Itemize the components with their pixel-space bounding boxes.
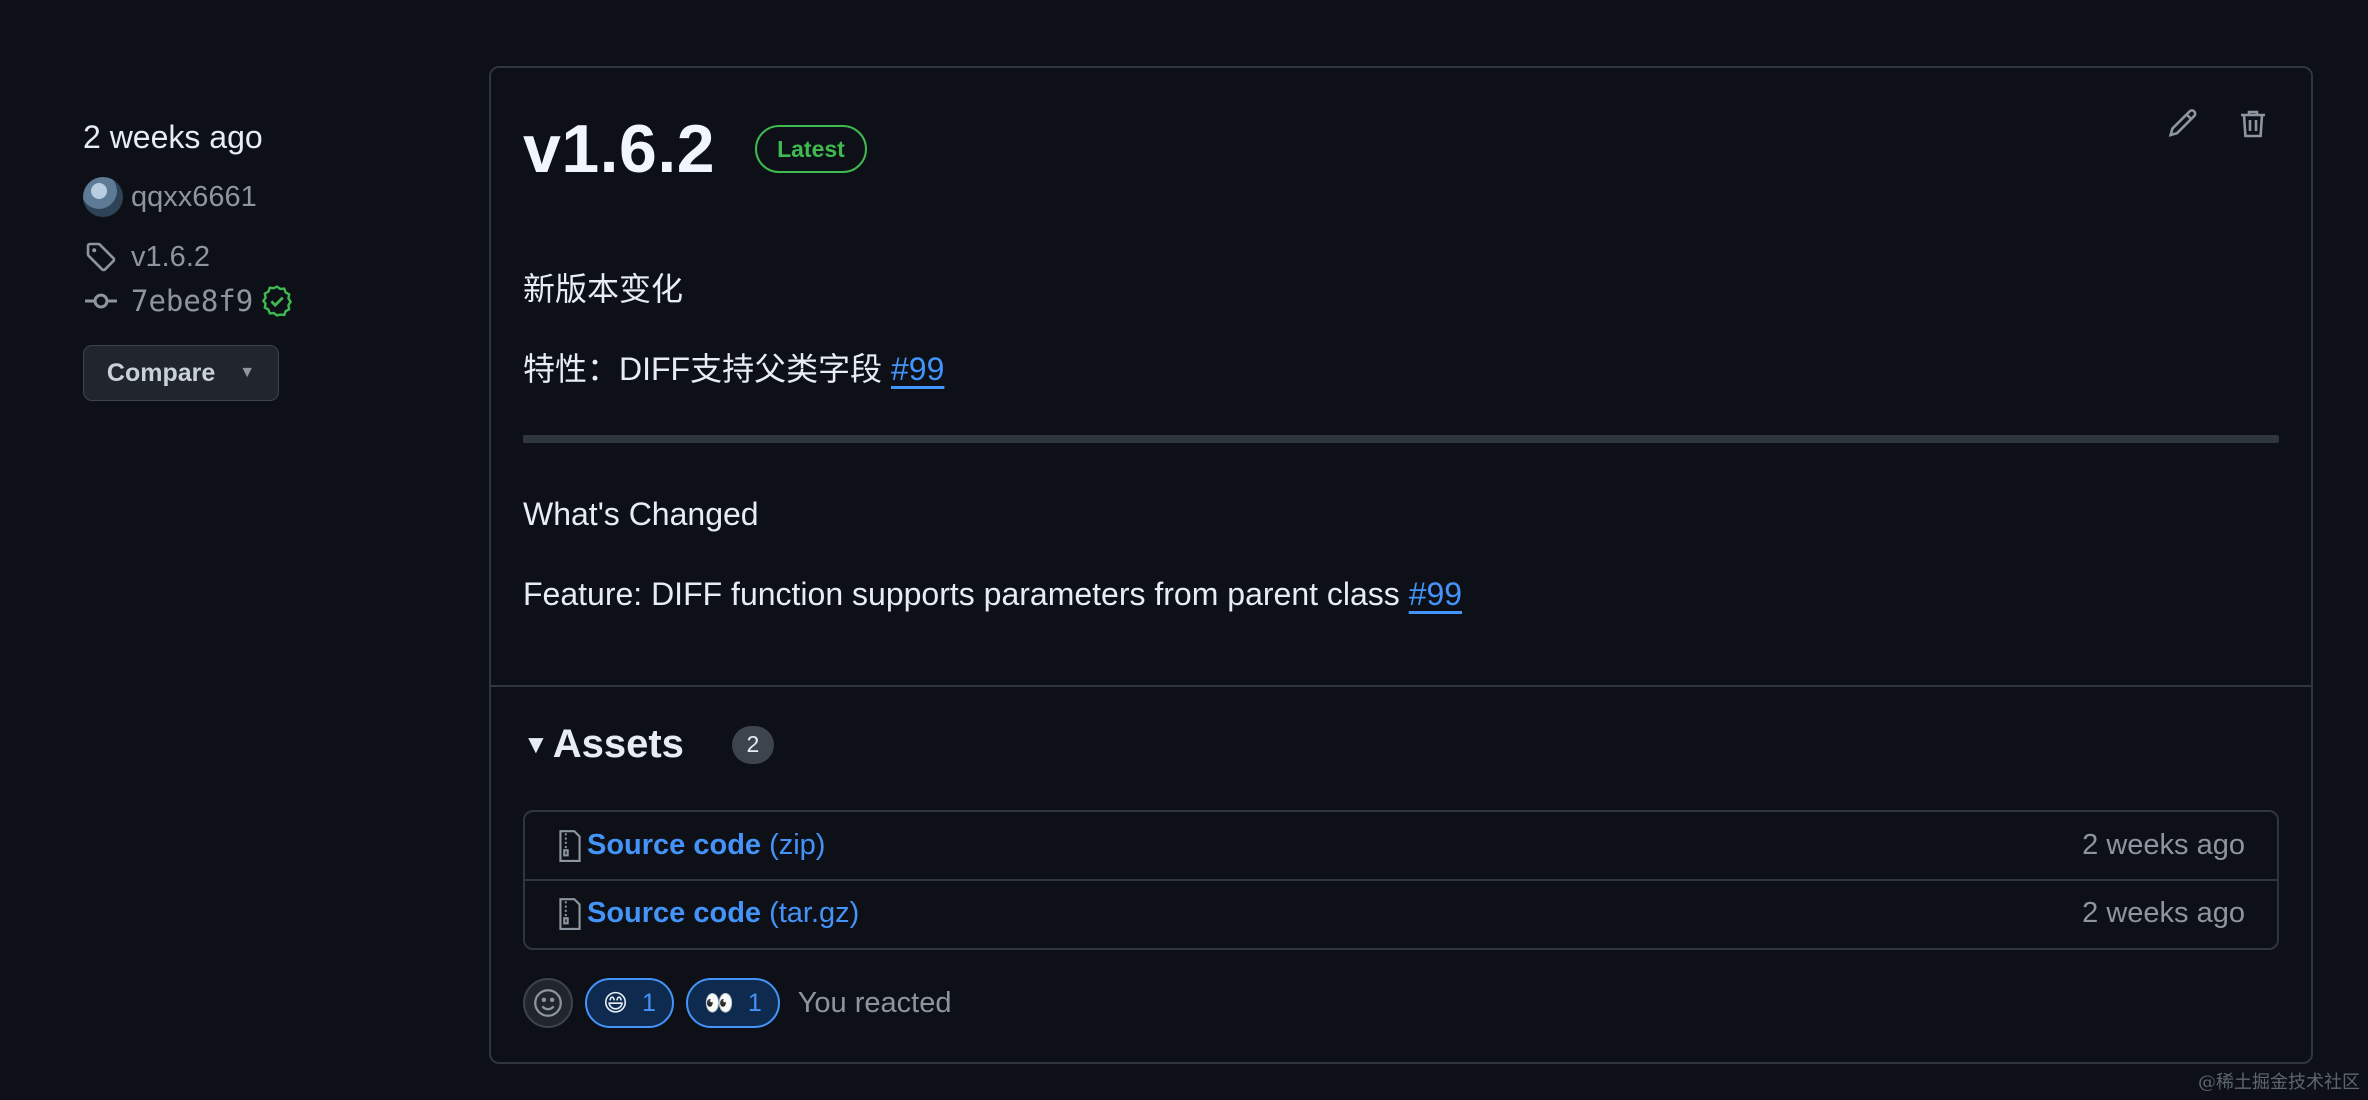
- reaction-count: 1: [747, 988, 762, 1017]
- asset-time: 2 weeks ago: [2082, 829, 2245, 861]
- reacted-status: You reacted: [797, 986, 952, 1019]
- assets-title[interactable]: Assets: [553, 722, 684, 767]
- release-header: v1.6.2 Latest: [523, 110, 867, 188]
- asset-time: 2 weeks ago: [2082, 897, 2245, 929]
- eyes-emoji-icon: 👀: [703, 989, 734, 1017]
- reactions-bar: 😄 1 👀 1 You reacted: [523, 978, 951, 1028]
- assets-toggle[interactable]: ▼ Assets 2: [523, 722, 774, 767]
- triangle-down-icon: ▼: [523, 729, 549, 759]
- chevron-down-icon: ▼: [239, 364, 256, 381]
- reaction-count: 1: [642, 988, 656, 1017]
- smiley-icon: [534, 989, 562, 1017]
- release-page: 2 weeks ago qqxx6661 v1.6.2 7ebe8f9 Comp…: [0, 0, 2368, 1100]
- tag-name[interactable]: v1.6.2: [131, 241, 210, 274]
- divider: [523, 435, 2279, 443]
- latest-badge: Latest: [755, 125, 867, 173]
- release-actions: [2165, 106, 2271, 142]
- asset-list: Source code (zip) 2 weeks ago Source cod…: [523, 810, 2279, 950]
- verified-icon[interactable]: [261, 284, 295, 318]
- release-time: 2 weeks ago: [83, 119, 263, 155]
- asset-ext[interactable]: (zip): [769, 829, 825, 862]
- asset-name[interactable]: Source code: [587, 829, 761, 862]
- compare-button[interactable]: Compare ▼: [83, 345, 279, 401]
- feature-en-text: Feature: DIFF function supports paramete…: [523, 576, 1409, 612]
- release-card: v1.6.2 Latest 新版本变化 特性：DIFF支持父类字段 #99 Wh…: [489, 66, 2313, 1064]
- notes-feature-cn: 特性：DIFF支持父类字段 #99: [523, 344, 944, 390]
- tag-icon: [83, 239, 119, 275]
- laugh-emoji-icon: 😄: [603, 989, 629, 1017]
- commit-icon: [83, 283, 119, 319]
- watermark: @稀土掘金技术社区: [2198, 1072, 2360, 1093]
- whats-changed-heading: What's Changed: [523, 496, 759, 532]
- add-reaction-button[interactable]: [523, 978, 573, 1028]
- commit-row[interactable]: 7ebe8f9: [83, 279, 443, 323]
- release-title[interactable]: v1.6.2: [523, 110, 715, 188]
- asset-row[interactable]: Source code (tar.gz) 2 weeks ago: [525, 879, 2277, 946]
- compare-label: Compare: [106, 358, 216, 387]
- notes-feature-en: Feature: DIFF function supports paramete…: [523, 576, 1462, 613]
- avatar[interactable]: [83, 177, 123, 217]
- commit-sha[interactable]: 7ebe8f9: [131, 284, 253, 318]
- asset-row[interactable]: Source code (zip) 2 weeks ago: [525, 812, 2277, 879]
- assets-count-badge: 2: [731, 725, 774, 764]
- file-zip-icon: [557, 897, 585, 931]
- card-separator: [491, 685, 2311, 687]
- reaction-laugh[interactable]: 😄 1: [585, 978, 674, 1028]
- trash-icon[interactable]: [2235, 106, 2271, 142]
- pencil-icon[interactable]: [2165, 106, 2201, 142]
- issue-link[interactable]: #99: [1409, 576, 1462, 612]
- notes-heading: 新版本变化: [523, 271, 684, 307]
- issue-link[interactable]: #99: [891, 351, 944, 387]
- author-name[interactable]: qqxx6661: [131, 181, 257, 214]
- feature-cn-text: 特性：DIFF支持父类字段: [523, 351, 891, 387]
- author-row[interactable]: qqxx6661: [83, 175, 443, 219]
- tag-row[interactable]: v1.6.2: [83, 235, 443, 279]
- reaction-eyes[interactable]: 👀 1: [685, 978, 780, 1028]
- asset-ext[interactable]: (tar.gz): [769, 897, 859, 930]
- asset-name[interactable]: Source code: [587, 897, 761, 930]
- release-sidebar: 2 weeks ago qqxx6661 v1.6.2 7ebe8f9 Comp…: [83, 115, 443, 401]
- file-zip-icon: [557, 829, 585, 863]
